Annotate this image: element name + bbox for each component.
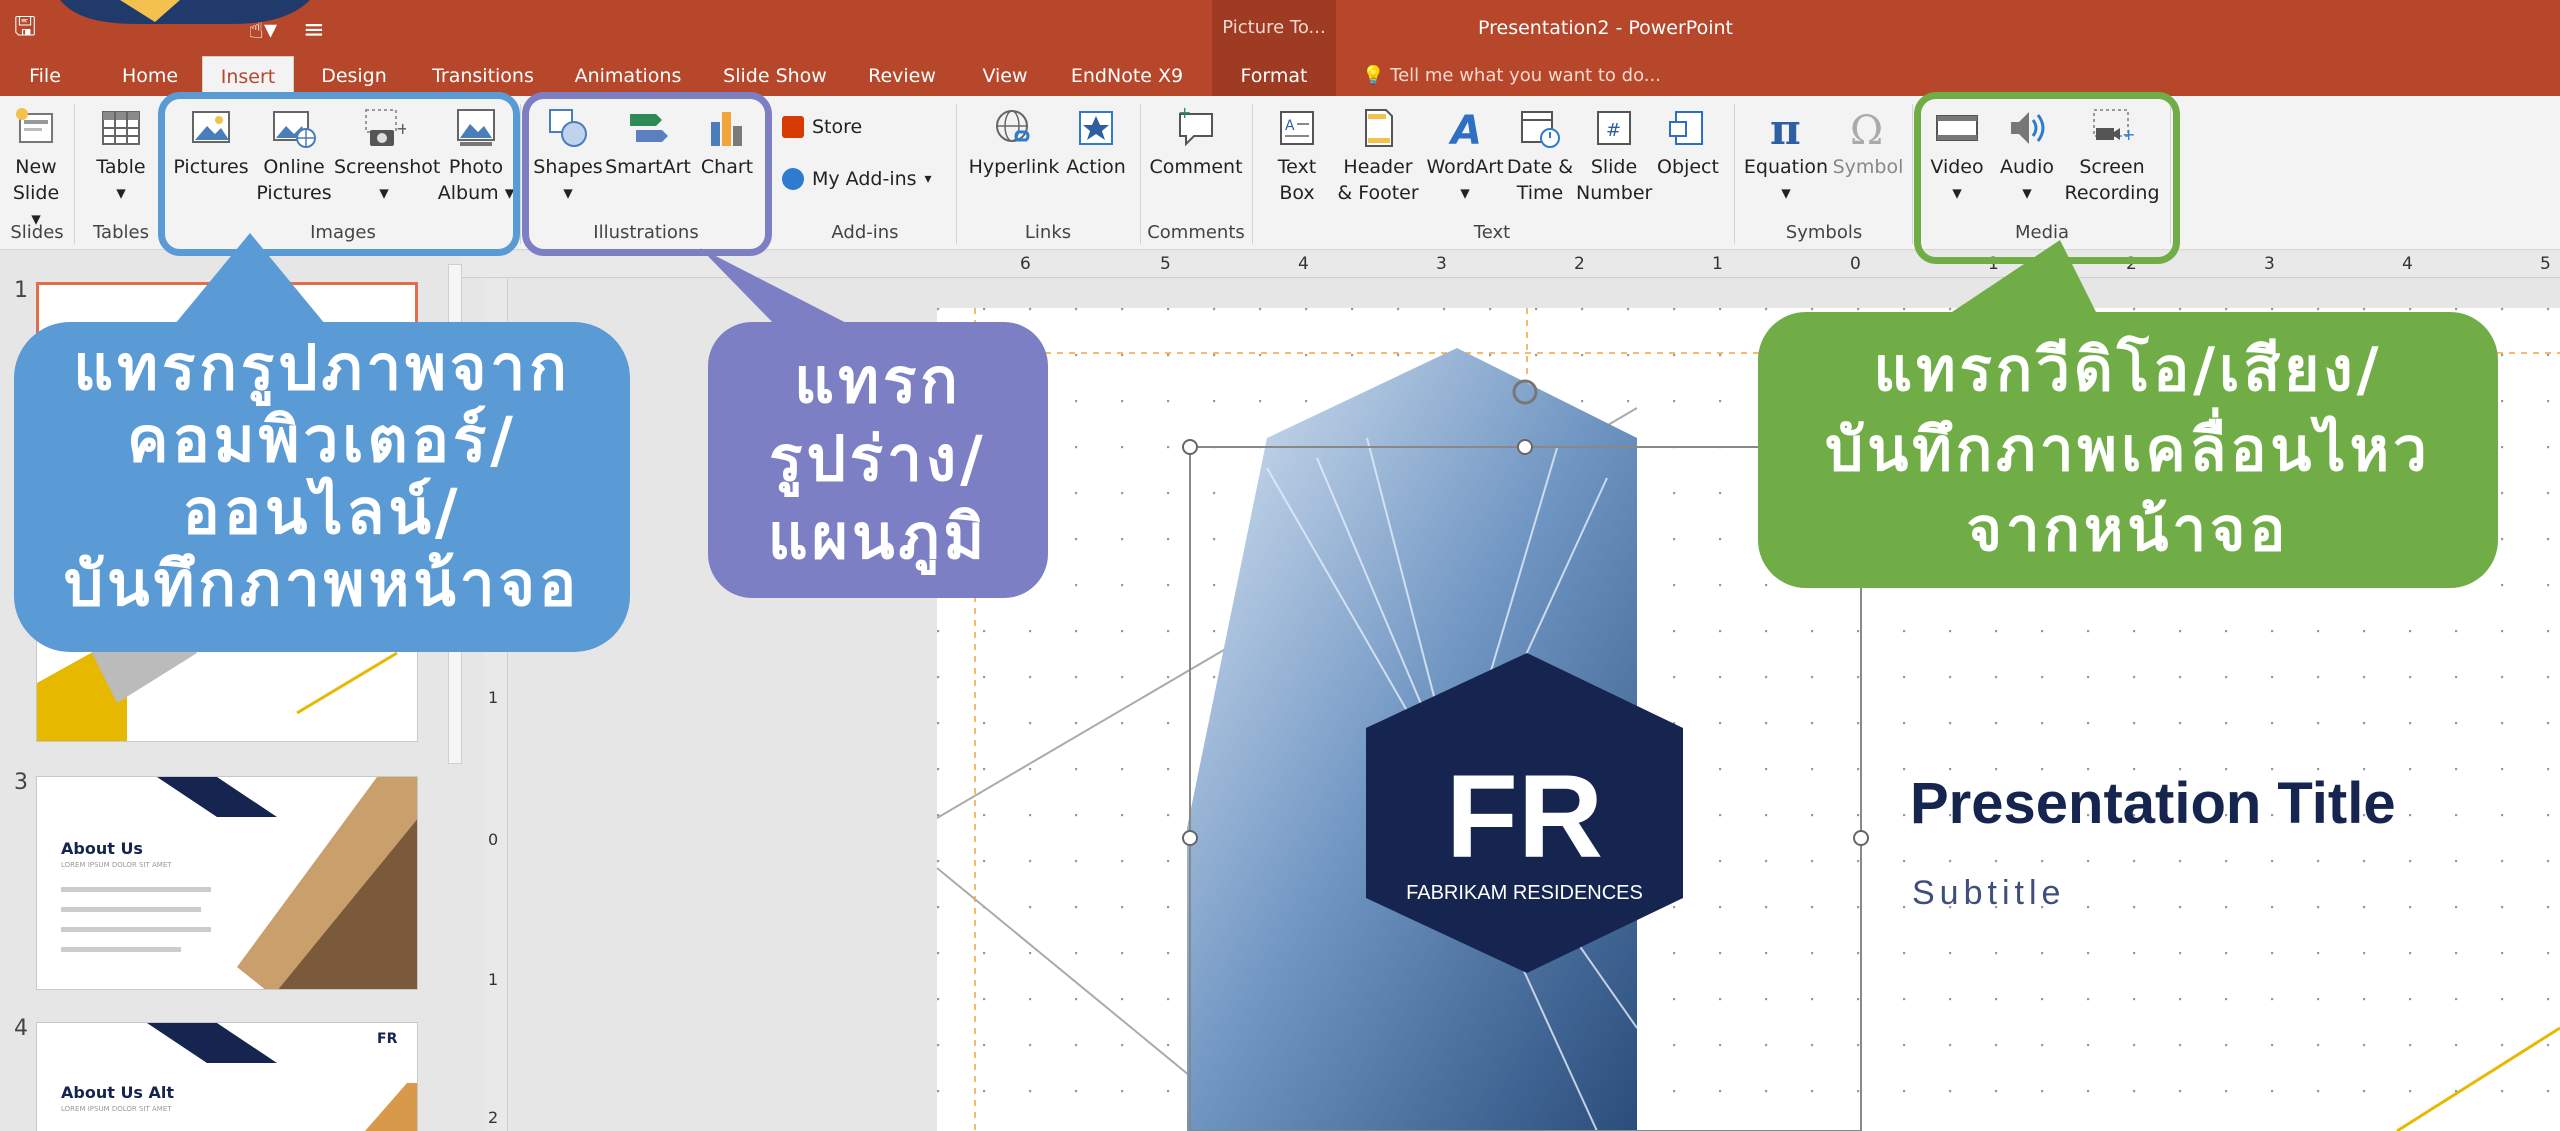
action-button[interactable]: Action [1062,106,1130,180]
avatar [60,0,310,24]
group-label-tables: Tables [93,222,149,243]
picture-tools-label: Picture To... [1212,0,1336,56]
svg-text:Ω: Ω [1850,108,1883,150]
action-icon [1079,111,1113,145]
group-separator [1252,104,1253,244]
svg-text:π: π [1770,106,1801,150]
group-label-links: Links [1024,222,1072,243]
equation-button[interactable]: π Equation ▾ [1742,106,1830,206]
thumbnail-title: About Us [61,839,143,858]
tab-file[interactable]: File [20,56,70,96]
new-slide-icon [16,108,53,143]
svg-text:+: + [1178,106,1191,122]
thumbnail-subtitle: LOREM IPSUM DOLOR SIT AMET [61,861,172,869]
date-time-button[interactable]: Date & Time [1504,106,1576,206]
slide-title[interactable]: Presentation Title [1910,770,2396,837]
group-separator [1140,104,1141,244]
callout-images: แทรกรูปภาพจาก คอมพิวเตอร์/ ออนไลน์/ บันท… [14,322,630,652]
object-icon [1669,111,1703,145]
header-footer-button[interactable]: Header & Footer [1330,106,1426,206]
comment-icon: + [1178,106,1213,147]
callout-media: แทรกวีดิโอ/เสียง/ บันทึกภาพเคลื่อนไหว จา… [1758,312,2498,588]
addins-icon [782,168,804,190]
powerpoint-window: 🖫 ☝▾ ≡ Picture To... Presentation2 - Pow… [0,0,2560,1131]
tab-animations[interactable]: Animations [570,56,686,96]
tab-transitions[interactable]: Transitions [428,56,538,96]
new-slide-button[interactable]: New Slide ▾ [6,106,66,232]
tab-design[interactable]: Design [314,56,394,96]
hyperlink-button[interactable]: Hyperlink [966,106,1062,180]
chevron-down-icon: ▾ [924,171,932,187]
group-label-text: Text [1473,222,1511,243]
wordart-button[interactable]: A WordArt ▾ [1424,106,1506,206]
tab-format[interactable]: Format [1212,56,1336,96]
svg-text:A: A [1448,108,1482,150]
logo-letters: FR [1445,751,1604,883]
callout-illustrations: แทรก รูปร่าง/ แผนภูมิ [708,322,1048,598]
thumbnail-art [147,1023,417,1131]
horizontal-ruler: 6 5 4 3 2 1 0 1 2 3 4 5 [460,252,2560,278]
slide-number-button[interactable]: # Slide Number [1576,106,1652,206]
group-label-addins: Add-ins [831,222,899,243]
group-label-comments: Comments [1147,222,1245,243]
date-time-icon [1521,111,1560,148]
tab-slide-show[interactable]: Slide Show [720,56,830,96]
comment-button[interactable]: + Comment [1148,106,1244,180]
symbol-button[interactable]: Ω Symbol [1830,106,1906,180]
tab-home[interactable]: Home [110,56,190,96]
header-footer-icon [1365,109,1393,147]
highlight-media [1914,92,2180,264]
thumbnail-art [61,777,417,989]
thumbnail-subtitle: LOREM IPSUM DOLOR SIT AMET [61,1105,172,1113]
omega-icon: Ω [1850,108,1883,150]
lightbulb-icon: 💡 [1362,65,1391,86]
wordart-icon: A [1448,108,1482,150]
text-box-icon: A [1280,111,1314,145]
svg-text:#: # [1606,120,1621,141]
group-separator [1912,104,1913,244]
tab-insert[interactable]: Insert [202,56,294,96]
group-separator [520,104,521,244]
text-box-button[interactable]: A Text Box [1262,106,1332,206]
svg-text:A: A [1285,118,1295,134]
store-button[interactable]: Store [782,116,862,138]
tab-view[interactable]: View [972,56,1038,96]
logo-name: FABRIKAM RESIDENCES [1406,882,1643,904]
highlight-images [158,92,520,256]
pi-icon: π [1770,106,1801,150]
tab-endnote[interactable]: EndNote X9 [1064,56,1190,96]
object-button[interactable]: Object [1654,106,1722,180]
group-separator [1734,104,1735,244]
my-addins-button[interactable]: My Add-ins ▾ [782,168,932,190]
ribbon-tabs: File Home Insert Design Transitions Anim… [0,56,2560,96]
table-button[interactable]: Table ▾ [86,106,156,206]
slide-thumbnail[interactable]: About Us LOREM IPSUM DOLOR SIT AMET [36,776,418,990]
save-icon[interactable]: 🖫 [14,8,36,52]
table-icon [102,111,140,145]
thumbnail-title: About Us Alt [61,1083,175,1102]
title-bar: 🖫 ☝▾ ≡ Picture To... Presentation2 - Pow… [0,0,2560,56]
tab-review[interactable]: Review [862,56,942,96]
slide-thumbnail[interactable]: FR About Us Alt LOREM IPSUM DOLOR SIT AM… [36,1022,418,1131]
group-label-slides: Slides [10,222,64,243]
thumbnail-logo: FR [377,1031,398,1047]
highlight-illustrations [522,92,772,256]
store-icon [782,116,804,138]
group-label-symbols: Symbols [1785,222,1863,243]
slide-number-icon: # [1597,111,1631,145]
slide-subtitle[interactable]: Subtitle [1912,874,2065,913]
hyperlink-icon [996,110,1030,142]
group-separator [956,104,957,244]
window-title: Presentation2 - PowerPoint [1478,17,1733,39]
group-separator [74,104,75,244]
tell-me-box[interactable]: 💡 Tell me what you want to do... [1362,56,1661,96]
